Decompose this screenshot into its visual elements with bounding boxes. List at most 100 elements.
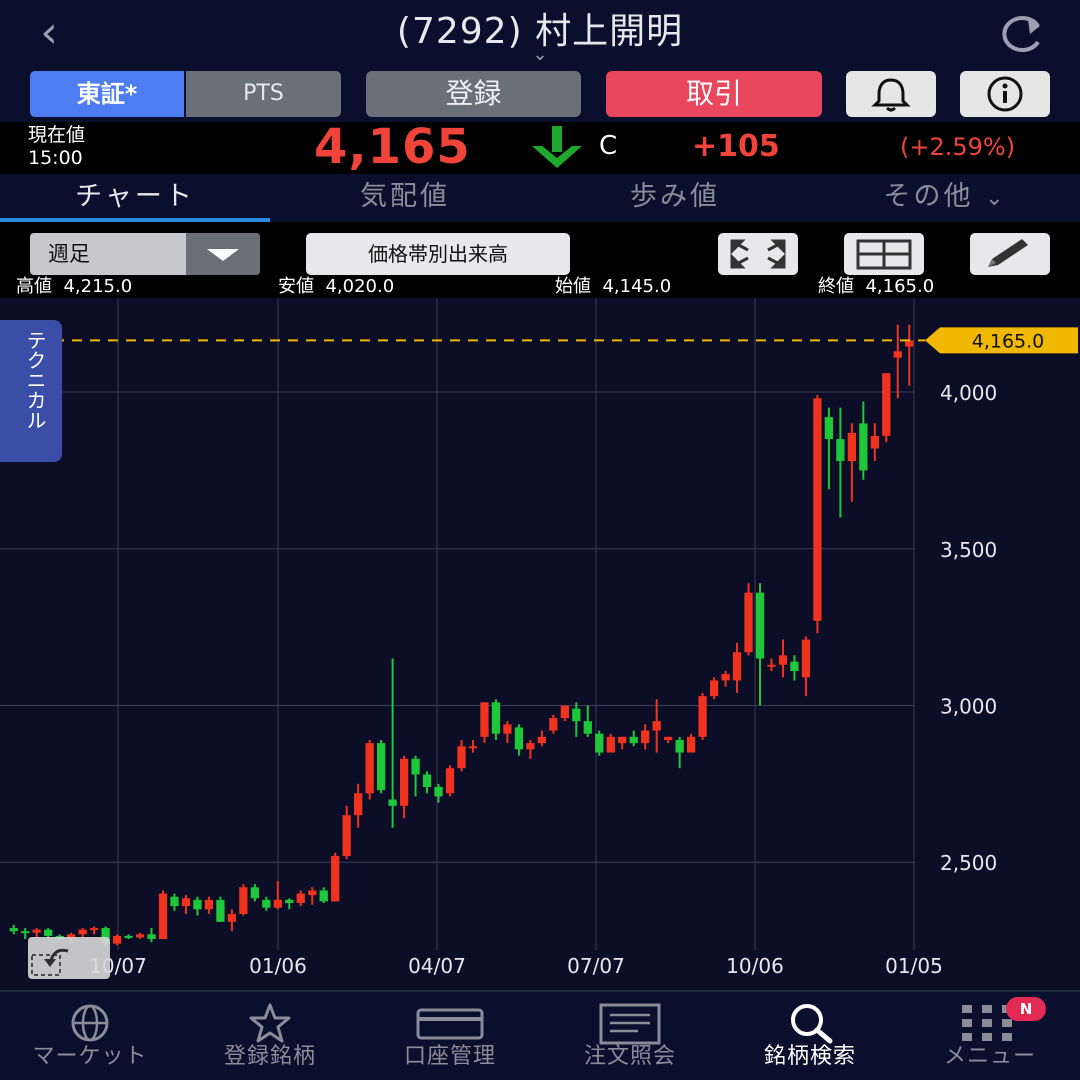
candle-down: [411, 758, 420, 775]
candle-down: [21, 931, 30, 934]
register-button[interactable]: 登録: [366, 71, 581, 117]
tab-tick[interactable]: 歩み値: [540, 174, 810, 220]
candle-down: [170, 896, 179, 907]
candle-up: [537, 736, 547, 744]
candle-down: [376, 743, 386, 791]
nav-search[interactable]: 銘柄検索: [720, 996, 900, 1076]
ohlc-high-label: 高値: [16, 276, 52, 297]
candle-down: [434, 787, 443, 797]
candle-down: [285, 899, 294, 903]
info-button[interactable]: [960, 71, 1050, 117]
candlestick-chart[interactable]: 2,5003,0003,5004,00010/07 01/06 04/07 07/07…: [0, 298, 1080, 990]
nav-orders[interactable]: 注文照会: [540, 996, 720, 1076]
candle-up: [767, 664, 776, 667]
ohlc-close-value: 4,165.0: [865, 276, 935, 297]
candle-up: [399, 758, 409, 806]
candle-down: [193, 899, 202, 910]
candle-up: [618, 736, 627, 744]
candle-up: [801, 639, 811, 678]
price-change: +105: [692, 129, 780, 164]
tab-quote[interactable]: 気配値: [270, 174, 540, 220]
trade-button[interactable]: 取引: [606, 71, 822, 117]
market-pts-button[interactable]: PTS: [186, 71, 341, 117]
candle-down: [250, 887, 259, 899]
nav-account[interactable]: 口座管理: [360, 996, 540, 1076]
ohlc-high: 高値 4,215.0: [16, 277, 132, 297]
candle-up: [342, 815, 351, 856]
price-change-percent: (+2.59%): [900, 133, 1016, 161]
candle-up: [778, 655, 788, 665]
y-axis-tick-label: 3,500: [940, 538, 997, 562]
ohlc-low-value: 4,020.0: [325, 276, 395, 297]
candle-up: [331, 855, 340, 902]
fullscreen-button[interactable]: [718, 233, 798, 275]
document-icon: [599, 1003, 661, 1045]
candle-up: [847, 432, 856, 461]
ohlc-low-label: 安値: [278, 276, 314, 297]
y-axis-tick-label: 3,000: [940, 695, 997, 719]
ohlc-open-label: 始値: [555, 276, 591, 297]
candle-down: [824, 417, 834, 440]
nav-market[interactable]: マーケット: [0, 996, 180, 1076]
candle-down: [859, 423, 868, 471]
volume-by-price-button[interactable]: 価格帯別出来高: [306, 233, 570, 275]
candle-up: [308, 890, 317, 896]
chevron-down-icon[interactable]: ⌄: [525, 46, 555, 64]
candle-up: [698, 696, 707, 737]
info-icon: [987, 76, 1023, 112]
nav-menu[interactable]: メニュー: [900, 996, 1080, 1076]
nav-account-label: 口座管理: [403, 1044, 496, 1069]
candle-up: [78, 929, 87, 935]
ohlc-open-value: 4,145.0: [602, 276, 672, 297]
chevron-down-icon: ⌄: [985, 186, 1007, 211]
pencil-icon: [988, 239, 1028, 267]
candle-up: [560, 705, 569, 719]
candle-down: [124, 935, 133, 938]
candle-up: [893, 351, 902, 358]
price-time: 15:00: [28, 147, 83, 169]
candle-down: [147, 934, 156, 940]
candle-down: [675, 739, 684, 753]
layout-button[interactable]: [844, 233, 924, 275]
notification-badge: N: [1006, 997, 1046, 1021]
nav-watchlist-label: 登録銘柄: [223, 1044, 316, 1069]
candle-up: [870, 435, 879, 449]
candle-down: [388, 799, 397, 806]
refresh-icon[interactable]: [990, 8, 1050, 58]
technical-tab-label: テクニカル: [23, 330, 47, 430]
grid-layout-icon: [856, 239, 912, 270]
candle-up: [813, 398, 822, 621]
candle-down: [595, 733, 604, 753]
candle-up: [239, 887, 248, 914]
candle-down: [216, 899, 225, 922]
current-price-label: 現在値: [28, 124, 86, 146]
candle-up: [354, 793, 363, 816]
alert-button[interactable]: [846, 71, 936, 117]
market-tosho-button[interactable]: 東証*: [30, 71, 184, 117]
candle-up: [445, 768, 455, 794]
ohlc-high-value: 4,215.0: [63, 276, 133, 297]
y-axis-tick-label: 2,500: [940, 851, 997, 875]
x-axis-tick-label: 10/06: [726, 954, 784, 978]
globe-icon: [71, 1004, 109, 1042]
candle-up: [641, 730, 650, 744]
candle-down: [44, 929, 53, 936]
y-axis-tick-label: 4,000: [940, 381, 997, 405]
dropdown-button[interactable]: [186, 233, 260, 275]
tab-other-label: その他: [883, 181, 974, 212]
candle-down: [514, 727, 524, 750]
close-flag: C: [599, 131, 618, 161]
tab-other[interactable]: その他 ⌄: [810, 174, 1080, 220]
nav-search-label: 銘柄検索: [763, 1044, 856, 1069]
candle-up: [480, 702, 489, 737]
star-icon: [249, 1003, 291, 1043]
candle-down: [262, 899, 271, 908]
undo-button[interactable]: [28, 937, 110, 979]
draw-button[interactable]: [970, 233, 1050, 275]
nav-watchlist[interactable]: 登録銘柄: [180, 996, 360, 1076]
nav-orders-label: 注文照会: [583, 1044, 676, 1069]
tab-chart[interactable]: チャート: [0, 174, 270, 220]
candle-up: [709, 680, 719, 697]
ohlc-close-label: 終値: [818, 276, 854, 297]
candle-up: [468, 746, 478, 749]
